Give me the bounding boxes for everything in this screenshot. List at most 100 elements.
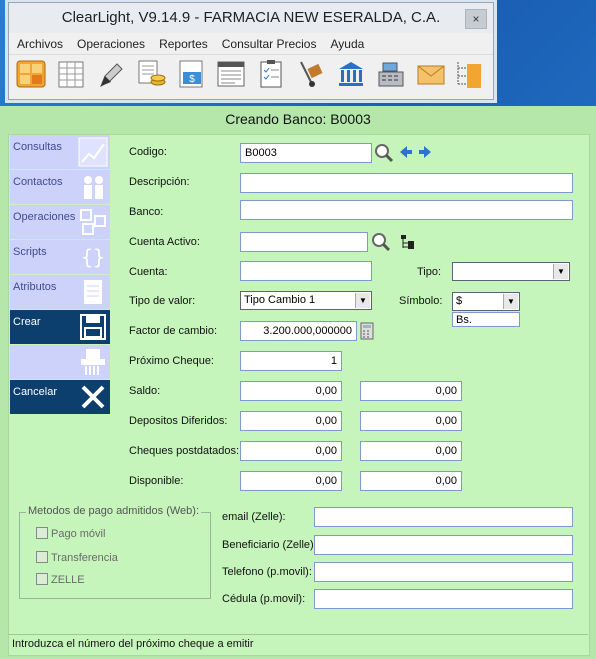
cuenta-activo-label: Cuenta Activo:: [129, 236, 200, 248]
sidebar-item-scripts[interactable]: Scripts {}: [10, 240, 110, 274]
sidebar-item-operaciones[interactable]: Operaciones: [10, 205, 110, 239]
cheques-postdatados-label: Cheques postdatados:: [129, 445, 240, 457]
chevron-down-icon: ▼: [355, 293, 370, 308]
transferencia-label: Transferencia: [51, 552, 118, 564]
svg-text:$: $: [189, 74, 195, 85]
checkbox-box: [36, 573, 48, 585]
cheques-postdatados-input-1[interactable]: 0,00: [240, 441, 342, 461]
report-icon[interactable]: [215, 58, 247, 90]
email-zelle-label: email (Zelle):: [222, 511, 286, 523]
search-icon[interactable]: [371, 232, 391, 255]
spreadsheet-icon[interactable]: [55, 58, 87, 90]
bank-icon[interactable]: [335, 58, 367, 90]
proximo-cheque-input[interactable]: 1: [240, 351, 342, 371]
sidebar-item-label: Operaciones: [13, 211, 76, 223]
tipo-valor-select[interactable]: Tipo Cambio 1 ▼: [240, 291, 372, 310]
zelle-label: ZELLE: [51, 574, 85, 586]
calculator-icon[interactable]: [360, 322, 374, 343]
pago-movil-checkbox[interactable]: Pago móvil: [36, 527, 105, 540]
shredder-icon: [78, 347, 108, 377]
pago-movil-label: Pago móvil: [51, 528, 106, 540]
simbolo-option-bs[interactable]: Bs.: [452, 312, 520, 327]
sidebar-item-atributos[interactable]: Atributos: [10, 275, 110, 309]
cash-register-icon[interactable]: [375, 58, 407, 90]
cedula-pmovil-label: Cédula (p.movil):: [222, 593, 306, 605]
save-icon: [78, 312, 108, 342]
tipo-label: Tipo:: [417, 266, 442, 278]
descripcion-label-text: Descripción:: [129, 176, 190, 188]
checklist-icon[interactable]: [255, 58, 287, 90]
menu-archivos[interactable]: Archivos: [9, 34, 69, 51]
tipo-select[interactable]: ▼: [452, 262, 570, 281]
app-title: ClearLight, V9.14.9 - FARMACIA NEW ESERA…: [9, 3, 493, 33]
zelle-checkbox[interactable]: ZELLE: [36, 573, 85, 586]
email-zelle-input[interactable]: [314, 507, 573, 527]
checkbox-box: [36, 551, 48, 563]
grid-app-icon[interactable]: [15, 58, 47, 90]
cuenta-input[interactable]: [240, 261, 372, 281]
depositos-diferidos-input-2[interactable]: 0,00: [360, 411, 462, 431]
transferencia-checkbox[interactable]: Transferencia: [36, 551, 118, 564]
cuenta-activo-input[interactable]: [240, 232, 368, 252]
cheques-postdatados-input-2[interactable]: 0,00: [360, 441, 462, 461]
handtruck-icon[interactable]: [295, 58, 327, 90]
metodos-pago-title: Metodos de pago admitidos (Web):: [26, 505, 201, 517]
chevron-down-icon: ▼: [503, 294, 518, 309]
saldo-label: Saldo:: [129, 385, 161, 397]
beneficiario-zelle-input[interactable]: [314, 535, 573, 555]
disponible-label: Disponible:: [129, 475, 184, 487]
beneficiario-zelle-label: Beneficiario (Zelle):: [222, 539, 317, 551]
disponible-input-2[interactable]: 0,00: [360, 471, 462, 491]
simbolo-label: Símbolo:: [399, 295, 443, 307]
cedula-pmovil-input[interactable]: [314, 589, 573, 609]
mail-icon[interactable]: [415, 58, 447, 90]
descripcion-input[interactable]: [240, 173, 573, 193]
menu-reportes[interactable]: Reportes: [151, 34, 214, 51]
sidebar-item-label: Atributos: [13, 281, 57, 293]
documents-coins-icon[interactable]: [135, 58, 167, 90]
cuenta-label: Cuenta:: [129, 266, 168, 278]
menu-operaciones[interactable]: Operaciones: [69, 34, 151, 51]
factor-cambio-input[interactable]: 3.200.000,000000: [240, 321, 357, 341]
arrow-left-icon[interactable]: [399, 145, 413, 162]
sidebar-item-crear[interactable]: Crear: [10, 310, 110, 344]
saldo-input-2[interactable]: 0,00: [360, 381, 462, 401]
app-window: ClearLight, V9.14.9 - FARMACIA NEW ESERA…: [8, 2, 494, 100]
arrow-right-icon[interactable]: [418, 145, 432, 162]
attributes-icon: [78, 277, 108, 307]
depositos-diferidos-label: Depositos Diferidos:: [129, 415, 228, 427]
cancel-x-icon: [78, 382, 108, 412]
simbolo-value: $: [456, 295, 463, 307]
dollar-doc-icon[interactable]: $: [175, 58, 207, 90]
menu-ayuda[interactable]: Ayuda: [322, 34, 370, 51]
operations-icon: [78, 207, 108, 237]
factor-cambio-label: Factor de cambio:: [129, 325, 218, 337]
codigo-input[interactable]: B0003: [240, 143, 372, 163]
disponible-input-1[interactable]: 0,00: [240, 471, 342, 491]
people-icon: [78, 172, 108, 202]
tree-icon[interactable]: [400, 234, 416, 253]
checkbox-box: [36, 527, 48, 539]
pen-icon[interactable]: [95, 58, 127, 90]
saldo-input-1[interactable]: 0,00: [240, 381, 342, 401]
menu-consultar-precios[interactable]: Consultar Precios: [214, 34, 323, 51]
codigo-label: Codigo:: [129, 146, 167, 158]
sidebar-item-cancelar[interactable]: Cancelar: [10, 380, 110, 414]
sidebar-item-label: Cancelar: [13, 386, 58, 398]
banco-input[interactable]: [240, 200, 573, 220]
sidebar-item-contactos[interactable]: Contactos: [10, 170, 110, 204]
sidebar-item-label: Consultas: [13, 141, 62, 153]
sidebar-item-consultas[interactable]: Consultas: [10, 135, 110, 169]
telefono-pmovil-input[interactable]: [314, 562, 573, 582]
depositos-diferidos-input-1[interactable]: 0,00: [240, 411, 342, 431]
close-button[interactable]: ×: [465, 9, 487, 29]
sidebar-item-shred[interactable]: [10, 345, 110, 379]
tipo-valor-label: Tipo de valor:: [129, 295, 196, 307]
sidebar-item-label: Contactos: [13, 176, 63, 188]
svg-text:{}: {}: [81, 245, 105, 269]
sidebar-item-label: Crear: [13, 316, 41, 328]
simbolo-select[interactable]: $ ▼: [452, 292, 520, 311]
chart-icon: [78, 137, 108, 167]
search-icon[interactable]: [374, 143, 394, 166]
folders-tree-icon[interactable]: [453, 58, 485, 90]
